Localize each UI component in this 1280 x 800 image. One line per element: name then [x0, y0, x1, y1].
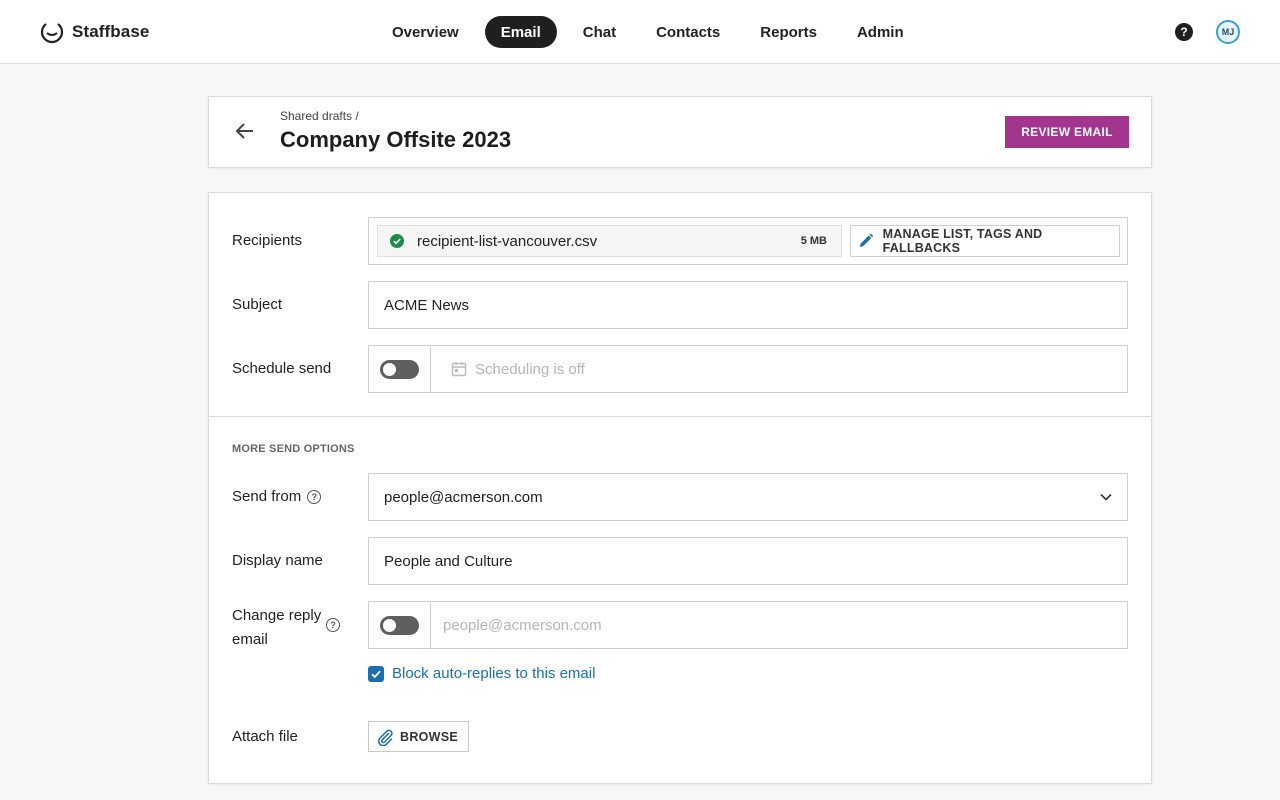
paperclip-icon: [377, 729, 393, 746]
nav-email[interactable]: Email: [484, 16, 557, 48]
review-email-button[interactable]: REVIEW EMAIL: [1005, 116, 1129, 148]
schedule-toggle-wrap: [369, 346, 431, 392]
section-divider: [209, 416, 1151, 417]
help-circle-icon[interactable]: ?: [326, 618, 340, 632]
manage-list-label: MANAGE LIST, TAGS AND FALLBACKS: [882, 227, 1043, 255]
send-from-select[interactable]: people@acmerson.com: [368, 473, 1128, 521]
recipient-file-chip: recipient-list-vancouver.csv 5 MB: [377, 225, 842, 257]
block-auto-replies-checkbox[interactable]: Block auto-replies to this email: [368, 665, 595, 682]
checkbox-checked-icon: [368, 665, 384, 682]
reply-email-placeholder: people@acmerson.com: [443, 617, 602, 634]
nav-overview[interactable]: Overview: [378, 16, 473, 48]
more-send-options-title: MORE SEND OPTIONS: [232, 443, 355, 455]
reply-email-label-line2: email: [232, 631, 268, 648]
user-avatar[interactable]: MJ: [1216, 20, 1240, 44]
recipients-label: Recipients: [232, 232, 303, 249]
draft-header: Shared drafts / Company Offsite 2023 REV…: [208, 96, 1152, 168]
recipient-file-name: recipient-list-vancouver.csv: [417, 233, 598, 250]
subject-label: Subject: [232, 296, 283, 313]
display-name-label: Display name: [232, 552, 323, 569]
main-nav: Overview Email Chat Contacts Reports Adm…: [378, 16, 930, 48]
recipient-file-size: 5 MB: [800, 235, 827, 247]
schedule-toggle[interactable]: [380, 360, 419, 379]
schedule-placeholder: Scheduling is off: [475, 361, 585, 378]
send-from-label-text: Send from: [232, 488, 302, 505]
calendar-icon: [451, 362, 467, 377]
reply-email-label-line1: Change reply: [232, 607, 322, 624]
send-from-value: people@acmerson.com: [384, 489, 543, 506]
back-arrow-icon[interactable]: [233, 119, 257, 143]
reply-toggle-wrap: [369, 602, 431, 648]
reply-email-toggle[interactable]: [380, 616, 419, 635]
subject-input[interactable]: ACME News: [368, 281, 1128, 329]
subject-value: ACME News: [384, 297, 470, 314]
breadcrumb[interactable]: Shared drafts /: [280, 109, 359, 123]
block-auto-replies-label: Block auto-replies to this email: [392, 665, 596, 682]
nav-contacts[interactable]: Contacts: [642, 16, 734, 48]
manage-list-button[interactable]: MANAGE LIST, TAGS AND FALLBACKS: [850, 225, 1120, 257]
reply-email-field: people@acmerson.com: [368, 601, 1128, 649]
schedule-send-field: Scheduling is off: [368, 345, 1128, 393]
toggle-knob: [383, 619, 396, 632]
email-settings-form: Recipients recipient-list-vancouver.csv …: [208, 192, 1152, 784]
browse-label: BROWSE: [400, 729, 459, 744]
toggle-knob: [383, 363, 396, 376]
reply-email-label: Change reply email: [232, 604, 321, 652]
send-from-label: Send from?: [232, 488, 322, 505]
help-circle-icon[interactable]: ?: [307, 490, 322, 505]
top-navigation-bar: Staffbase Overview Email Chat Contacts R…: [0, 0, 1280, 64]
staffbase-logo[interactable]: Staffbase: [40, 20, 149, 44]
chevron-down-icon: [1100, 493, 1112, 501]
display-name-input[interactable]: People and Culture: [368, 537, 1128, 585]
check-circle-icon: [390, 234, 404, 248]
browse-button[interactable]: BROWSE: [368, 721, 469, 752]
nav-admin[interactable]: Admin: [843, 16, 918, 48]
nav-chat[interactable]: Chat: [569, 16, 630, 48]
page-title: Company Offsite 2023: [280, 127, 512, 152]
pencil-icon: [859, 233, 874, 247]
display-name-value: People and Culture: [384, 553, 513, 570]
nav-reports[interactable]: Reports: [746, 16, 831, 48]
staffbase-logo-icon: [40, 23, 64, 44]
help-icon[interactable]: ?: [1175, 23, 1193, 41]
recipients-field: recipient-list-vancouver.csv 5 MB MANAGE…: [368, 217, 1128, 265]
brand-name: Staffbase: [72, 22, 150, 41]
schedule-send-label: Schedule send: [232, 360, 332, 377]
attach-file-label: Attach file: [232, 728, 298, 745]
